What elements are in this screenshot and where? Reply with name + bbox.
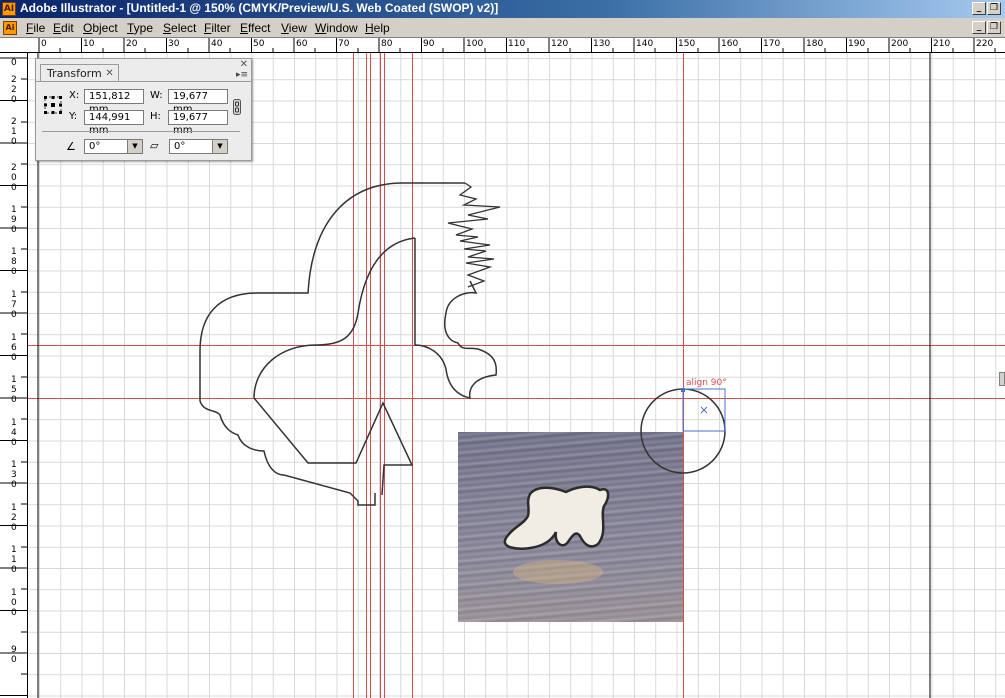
close-tab-icon[interactable]: ✕ xyxy=(105,65,113,82)
smart-guide-label: align 90° xyxy=(686,378,727,388)
constrain-proportions-link-icon[interactable] xyxy=(233,99,241,115)
tab-transform[interactable]: Transform ✕ xyxy=(40,64,119,82)
h-ruler-label: 50 xyxy=(253,39,265,49)
menu-view[interactable]: View xyxy=(281,21,307,35)
inner-outline-path xyxy=(253,237,416,496)
v-ruler-label: 1 7 0 xyxy=(11,290,17,320)
v-ruler-label: 2 1 0 xyxy=(11,117,17,147)
shear-angle-icon: ⏥ xyxy=(150,139,159,152)
v-ruler-label: 1 3 0 xyxy=(11,460,17,490)
illustrator-app-icon[interactable]: AI xyxy=(2,2,16,16)
h-ruler-label: 10 xyxy=(83,39,95,49)
x-label: X: xyxy=(69,90,80,101)
v-ruler-label: 1 6 0 xyxy=(11,333,17,363)
v-ruler-label: 0 xyxy=(11,58,17,68)
h-ruler-label: 200 xyxy=(891,39,909,49)
v-ruler-label: 1 1 0 xyxy=(11,545,17,575)
h-ruler-label: 20 xyxy=(126,39,138,49)
h-ruler-label: 40 xyxy=(211,39,223,49)
document-icon[interactable]: Ai xyxy=(3,21,17,35)
h-ruler-label: 130 xyxy=(593,39,611,49)
menu-select[interactable]: Select xyxy=(163,21,196,35)
transform-panel[interactable]: Transform ✕ ✕ ▸≡ X: 151,812 mm W: 19,677… xyxy=(35,58,252,161)
menu-help[interactable]: Help xyxy=(365,21,390,35)
horizontal-ruler[interactable]: 0 10 20 30 40 50 60 70 80 90 100 110 120… xyxy=(0,38,1005,53)
h-ruler-label: 30 xyxy=(168,39,180,49)
menu-type[interactable]: Type xyxy=(127,21,153,35)
v-ruler-label: 2 2 0 xyxy=(11,75,17,105)
anchor-point-handle xyxy=(681,388,685,392)
h-ruler-label: 140 xyxy=(636,39,654,49)
height-field[interactable]: 19,677 mm xyxy=(168,110,228,136)
shear-field[interactable]: 0° ▼ xyxy=(169,139,228,154)
y-position-field[interactable]: 144,991 mm xyxy=(84,110,144,136)
doc-minimize-icon[interactable]: _ xyxy=(972,21,986,34)
v-ruler-label: 9 0 xyxy=(11,645,17,665)
w-label: W: xyxy=(150,90,163,101)
menu-bar: Ai File Edit Object Type Select Filter E… xyxy=(0,18,1005,38)
rotate-angle-icon: ∠ xyxy=(66,140,76,153)
doc-restore-icon[interactable]: ❐ xyxy=(987,21,1001,34)
width-field[interactable]: 19,677 mm xyxy=(168,89,228,115)
zigzag-fringe-path xyxy=(447,182,501,288)
h-ruler-label: 70 xyxy=(338,39,350,49)
title-bar: AI Adobe Illustrator - [Untitled-1 @ 150… xyxy=(0,0,1005,18)
h-ruler-label: 120 xyxy=(551,39,569,49)
window-title: Adobe Illustrator - [Untitled-1 @ 150% (… xyxy=(20,1,499,15)
h-ruler-label: 170 xyxy=(763,39,781,49)
h-ruler-label: 100 xyxy=(466,39,484,49)
v-ruler-label: 1 9 0 xyxy=(11,205,17,235)
panel-close-icon[interactable]: ✕ xyxy=(240,59,248,70)
menu-effect[interactable]: Effect xyxy=(240,21,270,35)
menu-file[interactable]: File xyxy=(26,21,45,35)
rotate-field[interactable]: 0° ▼ xyxy=(84,139,143,154)
shear-dropdown-icon[interactable]: ▼ xyxy=(212,140,227,153)
y-label: Y: xyxy=(69,111,78,122)
rotate-value: 0° xyxy=(89,141,101,152)
h-ruler-label: 110 xyxy=(508,39,526,49)
panel-tab-divider xyxy=(36,81,251,82)
panel-menu-icon[interactable]: ▸≡ xyxy=(236,70,248,80)
panel-separator xyxy=(42,131,240,132)
v-ruler-label: 1 4 0 xyxy=(11,418,17,448)
menu-object[interactable]: Object xyxy=(83,21,118,35)
h-ruler-label: 80 xyxy=(381,39,393,49)
h-ruler-label: 150 xyxy=(678,39,696,49)
h-label: H: xyxy=(150,111,161,122)
vertical-ruler[interactable]: 0 2 2 0 2 1 0 2 0 0 1 9 0 1 8 0 1 7 0 1 … xyxy=(0,53,28,698)
vertical-scroll-thumb[interactable] xyxy=(999,372,1005,386)
v-ruler-label: 1 0 0 xyxy=(11,588,17,618)
x-position-field[interactable]: 151,812 mm xyxy=(84,89,144,115)
h-ruler-label: 90 xyxy=(423,39,435,49)
h-ruler-label: 160 xyxy=(721,39,739,49)
h-ruler-label: 60 xyxy=(296,39,308,49)
h-ruler-label: 220 xyxy=(976,39,994,49)
menu-window[interactable]: Window xyxy=(315,21,358,35)
stem-path xyxy=(414,238,498,399)
h-ruler-label: 210 xyxy=(933,39,951,49)
menu-edit[interactable]: Edit xyxy=(53,21,74,35)
rotate-dropdown-icon[interactable]: ▼ xyxy=(127,140,142,153)
v-ruler-label: 2 0 0 xyxy=(11,163,17,193)
h-ruler-label: 190 xyxy=(848,39,866,49)
v-ruler-label: 1 5 0 xyxy=(11,375,17,405)
menu-filter[interactable]: Filter xyxy=(204,21,231,35)
minimize-icon[interactable]: _ xyxy=(972,2,986,15)
h-ruler-label: 180 xyxy=(806,39,824,49)
reference-point-icon[interactable] xyxy=(43,95,63,115)
h-ruler-label: 0 xyxy=(41,39,47,49)
restore-icon[interactable]: ❐ xyxy=(987,2,1001,15)
transform-tab-label: Transform xyxy=(47,67,102,80)
shear-value: 0° xyxy=(174,141,186,152)
v-ruler-label: 1 8 0 xyxy=(11,247,17,277)
v-ruler-label: 1 2 0 xyxy=(11,503,17,533)
